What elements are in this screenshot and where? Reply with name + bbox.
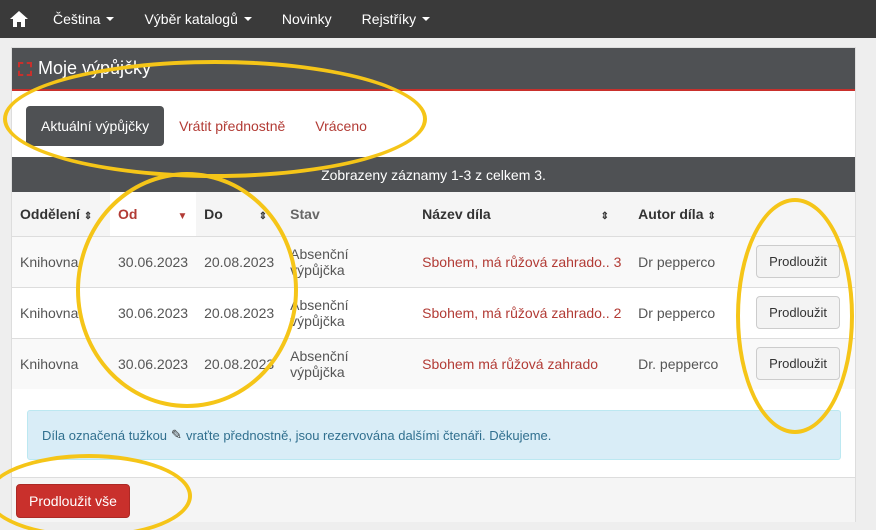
loans-icon: [18, 61, 32, 76]
language-menu[interactable]: Čeština: [38, 0, 129, 38]
cell-department: Knihovna: [12, 235, 110, 287]
table-row: Knihovna 30.06.2023 20.08.2023 Absenční …: [12, 286, 855, 338]
cell-to: 20.08.2023: [196, 235, 283, 287]
panel-footer: Prodloužit vše: [12, 477, 855, 522]
chevron-down-icon: [243, 17, 252, 21]
title-link[interactable]: Sbohem, má růžová zahrado.. 3: [422, 254, 621, 270]
cell-to: 20.08.2023: [196, 286, 283, 338]
cell-from: 30.06.2023: [110, 286, 197, 338]
pencil-icon: ✎: [171, 427, 182, 442]
chevron-down-icon: [106, 17, 115, 21]
loans-table: Oddělení ⇕ Od ▼ Do ⇕ Stav Název díla ⇕ Autor…: [12, 192, 855, 389]
title-link[interactable]: Sbohem má růžová zahrado: [422, 356, 598, 372]
column-header-action: [748, 192, 855, 236]
cell-department: Knihovna: [12, 337, 110, 389]
cell-from: 30.06.2023: [110, 337, 197, 389]
panel-heading: Moje výpůjčky: [12, 48, 855, 91]
column-header-department[interactable]: Oddělení ⇕: [12, 192, 110, 236]
reservation-alert: Díla označená tužkou ✎ vraťte přednostně…: [27, 410, 841, 460]
cell-author: Dr pepperco: [630, 235, 749, 287]
tab-return-priority[interactable]: Vrátit přednostně: [164, 106, 300, 146]
title-link[interactable]: Sbohem, má růžová zahrado.. 2: [422, 305, 621, 321]
cell-action: Prodloužit: [748, 286, 855, 338]
column-header-title[interactable]: Název díla ⇕: [414, 192, 631, 236]
cell-from: 30.06.2023: [110, 235, 197, 287]
tab-returned[interactable]: Vráceno: [300, 106, 382, 146]
column-header-from[interactable]: Od ▼: [110, 192, 197, 236]
records-info: Zobrazeny záznamy 1-3 z celkem 3.: [12, 157, 855, 192]
cell-title: Sbohem, má růžová zahrado.. 3: [414, 235, 631, 287]
sort-icon: ⇕: [707, 210, 716, 222]
cell-title: Sbohem, má růžová zahrado.. 2: [414, 286, 631, 338]
home-icon: [10, 11, 28, 27]
chevron-down-icon: ▼: [177, 210, 188, 222]
cell-status: Absenční výpůjčka: [282, 337, 415, 389]
chevron-down-icon: [422, 17, 431, 21]
cell-action: Prodloužit: [748, 235, 855, 287]
indexes-menu[interactable]: Rejstříky: [347, 0, 445, 38]
tab-current-loans[interactable]: Aktuální výpůjčky: [26, 106, 165, 146]
renew-button[interactable]: Prodloužit: [756, 245, 840, 278]
page-title: Moje výpůjčky: [38, 58, 152, 78]
renew-button[interactable]: Prodloužit: [756, 347, 840, 381]
column-header-status: Stav: [282, 192, 415, 236]
sort-icon: ⇕: [600, 210, 610, 222]
renew-button[interactable]: Prodloužit: [756, 296, 840, 329]
cell-author: Dr. pepperco: [630, 337, 749, 389]
cell-department: Knihovna: [12, 286, 110, 338]
indexes-label: Rejstříky: [361, 11, 417, 27]
column-header-to[interactable]: Do ⇕: [196, 192, 283, 236]
sort-icon: ⇕: [258, 210, 268, 222]
language-label: Čeština: [53, 11, 101, 27]
loan-tabs: Aktuální výpůjčky Vrátit přednostně Vrác…: [26, 106, 382, 146]
cell-status: Absenční výpůjčka: [282, 235, 415, 287]
cell-to: 20.08.2023: [196, 337, 283, 389]
top-navbar: Čeština Výběr katalogů Novinky Rejstříky: [0, 0, 876, 38]
news-link[interactable]: Novinky: [267, 0, 347, 38]
table-row: Knihovna 30.06.2023 20.08.2023 Absenční …: [12, 235, 855, 287]
home-button[interactable]: [0, 0, 38, 38]
alert-text-before: Díla označená tužkou: [42, 427, 168, 443]
cell-author: Dr pepperco: [630, 286, 749, 338]
cell-title: Sbohem má růžová zahrado: [414, 337, 631, 389]
catalog-menu[interactable]: Výběr katalogů: [129, 0, 266, 38]
column-header-author[interactable]: Autor díla ⇕: [630, 192, 749, 236]
table-row: Knihovna 30.06.2023 20.08.2023 Absenční …: [12, 337, 855, 389]
cell-action: Prodloužit: [748, 337, 855, 389]
catalog-label: Výběr katalogů: [144, 11, 238, 27]
alert-text-after: vraťte přednostně, jsou rezervována dalš…: [185, 427, 552, 443]
sort-icon: ⇕: [83, 210, 93, 222]
renew-all-button[interactable]: Prodloužit vše: [16, 484, 130, 518]
loans-panel: Moje výpůjčky Aktuální výpůjčky Vrátit p…: [11, 47, 856, 522]
cell-status: Absenční výpůjčka: [282, 286, 415, 338]
news-label: Novinky: [281, 11, 332, 27]
